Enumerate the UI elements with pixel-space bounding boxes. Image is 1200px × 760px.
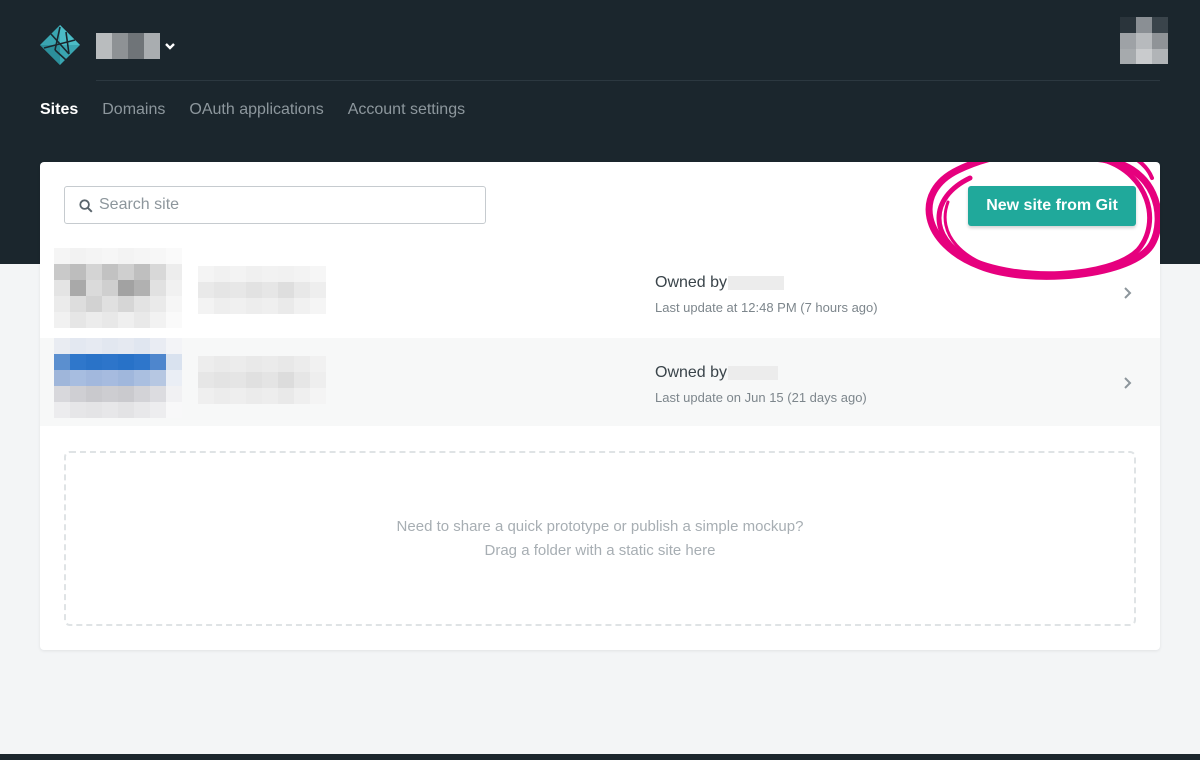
owned-by-label: Owned by [655,364,728,381]
site-row[interactable]: Owned by Last update at 12:48 PM (7 hour… [40,248,1160,336]
search-input[interactable] [99,187,479,223]
site-owner: Owned by [655,274,785,292]
nav-tab-account-settings[interactable]: Account settings [348,100,465,120]
chevron-right-icon [1124,287,1132,299]
search-icon [79,199,93,213]
site-thumbnail-redacted [54,338,182,418]
chevron-down-icon [165,43,175,50]
site-row[interactable]: Owned by Last update on Jun 15 (21 days … [40,338,1160,426]
owned-by-label: Owned by [655,274,728,291]
footer-bar [0,754,1200,760]
chevron-right-icon [1124,377,1132,389]
netlify-logo-icon[interactable] [39,24,81,66]
team-name-redacted [96,33,160,59]
dropzone-text-line2: Drag a folder with a static site here [484,541,716,559]
new-site-from-git-button[interactable]: New site from Git [968,186,1136,226]
site-name-redacted [198,266,326,314]
main-nav: Sites Domains OAuth applications Account… [40,100,489,120]
header-divider [96,80,1160,81]
site-last-update: Last update at 12:48 PM (7 hours ago) [655,300,878,315]
owner-name-redacted [728,366,779,380]
nav-tab-domains[interactable]: Domains [102,100,165,120]
team-switcher[interactable] [96,33,176,59]
site-last-update: Last update on Jun 15 (21 days ago) [655,390,867,405]
owner-name-redacted [728,276,785,290]
user-avatar[interactable] [1120,17,1168,64]
drag-and-drop-zone[interactable]: Need to share a quick prototype or publi… [64,451,1136,626]
search-box [64,186,486,224]
site-name-redacted [198,356,326,404]
nav-tab-sites[interactable]: Sites [40,100,78,120]
site-owner: Owned by [655,364,779,382]
site-thumbnail-redacted [54,248,182,328]
dropzone-text-line1: Need to share a quick prototype or publi… [396,517,804,535]
nav-tab-oauth-applications[interactable]: OAuth applications [189,100,323,120]
sites-card: New site from Git Owned by Last update a… [40,162,1160,650]
